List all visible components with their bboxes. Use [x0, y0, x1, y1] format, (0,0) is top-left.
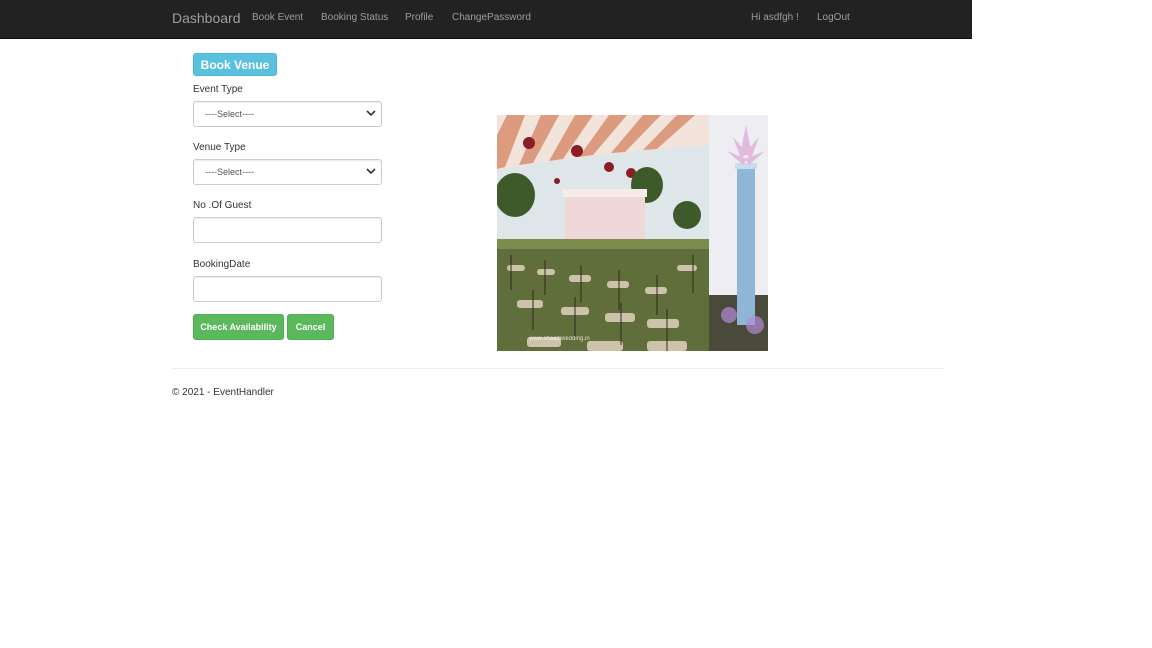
nav-link-logout[interactable]: LogOut — [817, 12, 850, 23]
booking-date-input[interactable] — [193, 276, 382, 302]
venue-type-selected-value: ----Select---- — [205, 167, 254, 177]
chevron-down-icon — [366, 110, 376, 117]
nav-greeting[interactable]: Hi asdfgh ! — [751, 12, 799, 23]
nav-link-change-password[interactable]: ChangePassword — [452, 12, 531, 23]
navbar-brand-dashboard[interactable]: Dashboard — [172, 10, 241, 26]
photo-watermark: www.shaadiwedding.in — [528, 336, 590, 342]
guests-input[interactable] — [193, 217, 382, 243]
venue-image: www.shaadiwedding.in — [497, 115, 768, 351]
nav-link-profile[interactable]: Profile — [405, 12, 433, 23]
event-type-selected-value: ----Select---- — [205, 109, 254, 119]
event-type-label: Event Type — [193, 84, 243, 95]
event-type-select[interactable]: ----Select---- — [193, 101, 382, 127]
cancel-button[interactable]: Cancel — [287, 314, 334, 340]
venue-photo: www.shaadiwedding.in — [497, 115, 768, 351]
nav-link-book-event[interactable]: Book Event — [252, 12, 303, 23]
guests-label: No .Of Guest — [193, 200, 252, 211]
footer-divider — [172, 368, 944, 369]
footer-copyright: © 2021 - EventHandler — [172, 387, 274, 398]
booking-date-label: BookingDate — [193, 259, 251, 270]
book-venue-button[interactable]: Book Venue — [193, 53, 277, 76]
venue-type-select[interactable]: ----Select---- — [193, 159, 382, 185]
chevron-down-icon — [366, 168, 376, 175]
check-availability-button[interactable]: Check Availability — [193, 314, 284, 340]
top-navbar: Dashboard Book Event Booking Status Prof… — [0, 0, 972, 39]
nav-link-booking-status[interactable]: Booking Status — [321, 12, 388, 23]
venue-type-label: Venue Type — [193, 142, 246, 153]
